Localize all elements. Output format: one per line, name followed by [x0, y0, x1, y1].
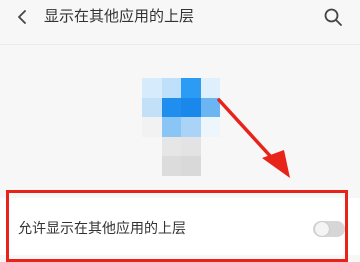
- icon-pixel: [181, 156, 201, 176]
- toggle-knob: [315, 222, 329, 236]
- chevron-left-icon: [12, 6, 34, 28]
- app-icon-pixelated: [142, 78, 220, 176]
- icon-pixel: [181, 117, 201, 137]
- back-button[interactable]: [12, 6, 34, 28]
- icon-pixel: [200, 97, 220, 118]
- icon-pixel: [181, 78, 201, 98]
- allow-overlay-toggle[interactable]: [313, 221, 345, 237]
- icon-pixel: [200, 117, 220, 137]
- icon-pixel: [161, 156, 181, 176]
- search-icon: [322, 6, 344, 28]
- setting-label: 允许显示在其他应用的上层: [18, 221, 186, 237]
- icon-pixel: [161, 78, 181, 98]
- header-divider: [0, 44, 360, 45]
- icon-pixel: [161, 117, 181, 137]
- icon-pixel: [200, 78, 220, 98]
- search-button[interactable]: [322, 6, 344, 28]
- icon-pixel: [142, 117, 162, 137]
- icon-pixel: [161, 136, 181, 157]
- app-header: 显示在其他应用的上层: [0, 0, 360, 34]
- page-title: 显示在其他应用的上层: [44, 7, 195, 25]
- icon-pixel: [142, 97, 162, 118]
- icon-pixel: [181, 136, 201, 157]
- icon-pixel: [161, 97, 181, 118]
- icon-pixel: [142, 78, 162, 98]
- icon-pixel: [181, 97, 201, 118]
